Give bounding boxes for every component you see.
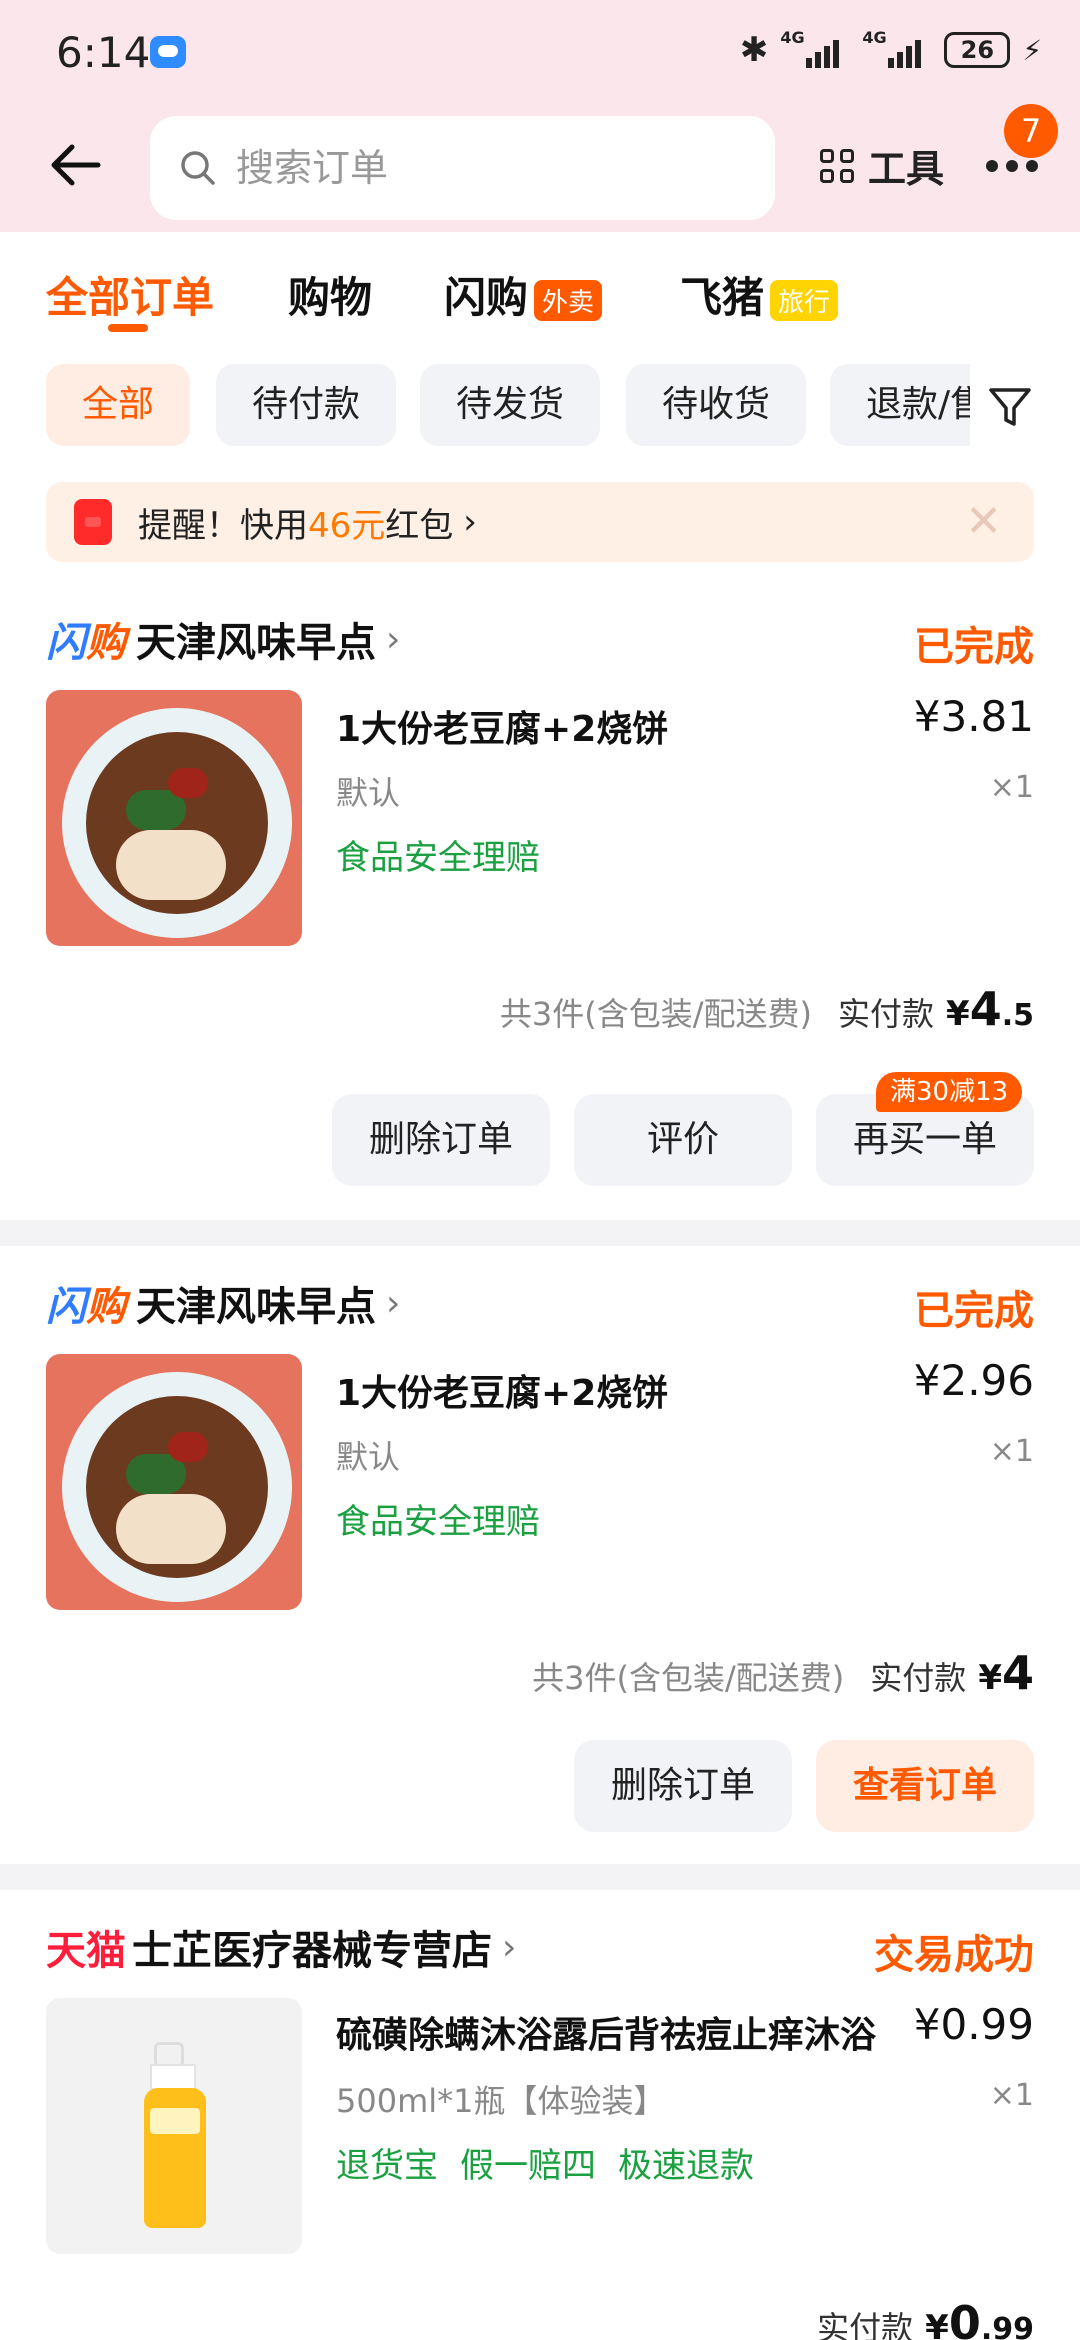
chevron-right-icon: › [386,1282,401,1324]
product-image[interactable] [46,1354,302,1610]
filter-icon[interactable] [986,382,1034,430]
status-time: 6:14 [56,28,151,77]
order-status: 交易成功 [874,1932,1034,1978]
status-bar: 6:14 ✱ 4G 4G 26 ⚡ [0,0,1080,110]
product-title[interactable]: 硫磺除螨沐浴露后背祛痘止痒沐浴 [336,2006,876,2058]
filter-pending-receipt[interactable]: 待收货 [626,364,806,446]
filter-pending-payment[interactable]: 待付款 [216,364,396,446]
chevron-right-icon: › [502,1926,517,1968]
battery-icon: 26 [944,32,1011,68]
product-price: ¥3.81 [913,692,1034,741]
tools-label: 工具 [868,147,945,191]
order-status: 已完成 [914,624,1034,670]
promo-badge: 满30减13 [876,1072,1023,1112]
view-order-button[interactable]: 查看订单 [816,1740,1034,1832]
filter-refund[interactable]: 退款/售后 [830,364,970,446]
product-spec: 默认 [336,774,401,812]
signal-icon-1: 4G [780,30,850,70]
flash-buy-logo: 闪购 [46,1284,126,1330]
product-quantity: ×1 [989,2078,1034,2113]
redpacket-icon [74,499,112,545]
search-input[interactable] [236,146,736,190]
tabs-area: 全部订单 购物 闪购外卖 飞猪旅行 全部 待付款 待发货 待收货 退款/售后 提… [0,232,1080,582]
signal-icon-2: 4G [862,30,932,70]
shop-name[interactable]: 天猫 士芷医疗器械专营店 › [46,1918,516,1976]
filter-pending-shipment[interactable]: 待发货 [420,364,600,446]
service-tags: 退货宝 假一赔四 极速退款 [336,2146,754,2186]
delete-order-button[interactable]: 删除订单 [332,1094,550,1186]
bluetooth-icon: ✱ [739,30,769,70]
product-image[interactable] [46,690,302,946]
product-title[interactable]: 1大份老豆腐+2烧饼 [336,700,668,752]
redpacket-reminder[interactable]: 提醒！快用 46元 红包 › ✕ [46,482,1034,562]
service-tags: 食品安全理赔 [336,838,540,878]
product-quantity: ×1 [989,1434,1034,1469]
service-tags: 食品安全理赔 [336,1502,540,1542]
order-summary: 实付款 ¥0.99 [817,2296,1034,2340]
status-icons: ✱ 4G 4G 26 ⚡ [739,30,1042,71]
order-card: 闪购 天津风味早点 › 已完成 1大份老豆腐+2烧饼 ¥3.81 默认 ×1 食… [0,582,1080,1220]
review-button[interactable]: 评价 [574,1094,792,1186]
order-summary: 共3件(含包装/配送费) 实付款 ¥4 [532,1646,1034,1700]
delete-order-button[interactable]: 删除订单 [574,1740,792,1832]
chevron-right-icon: › [463,502,477,542]
grid-icon [820,148,854,183]
top-bar: 6:14 ✱ 4G 4G 26 ⚡ 工具 7 [0,0,1080,232]
search-icon [181,151,215,185]
product-image[interactable] [46,1998,302,2254]
back-arrow-icon[interactable] [48,138,102,192]
product-price: ¥0.99 [913,2000,1034,2049]
order-status: 已完成 [914,1288,1034,1334]
product-spec: 默认 [336,1438,401,1476]
search-bar[interactable] [150,116,775,220]
tmall-logo: 天猫 [46,1928,126,1974]
more-badge: 7 [1004,104,1058,158]
product-spec: 500ml*1瓶【体验装】 [336,2082,666,2120]
product-title[interactable]: 1大份老豆腐+2烧饼 [336,1364,668,1416]
shop-name[interactable]: 闪购 天津风味早点 › [46,610,400,668]
message-icon [150,36,186,68]
charging-icon: ⚡ [1022,33,1042,67]
chevron-right-icon: › [386,618,401,660]
product-quantity: ×1 [989,770,1034,805]
flash-buy-logo: 闪购 [46,620,126,666]
order-summary: 共3件(含包装/配送费) 实付款 ¥4.5 [499,982,1034,1036]
order-card: 闪购 天津风味早点 › 已完成 1大份老豆腐+2烧饼 ¥2.96 默认 ×1 食… [0,1246,1080,1864]
close-icon[interactable]: ✕ [965,496,1002,547]
shop-name[interactable]: 闪购 天津风味早点 › [46,1274,400,1332]
filter-all[interactable]: 全部 [46,364,190,446]
tools-button[interactable]: 工具 [820,138,944,193]
product-price: ¥2.96 [913,1356,1034,1405]
order-card: 天猫 士芷医疗器械专营店 › 交易成功 硫磺除螨沐浴露后背祛痘止痒沐浴 ¥0.9… [0,1890,1080,2340]
